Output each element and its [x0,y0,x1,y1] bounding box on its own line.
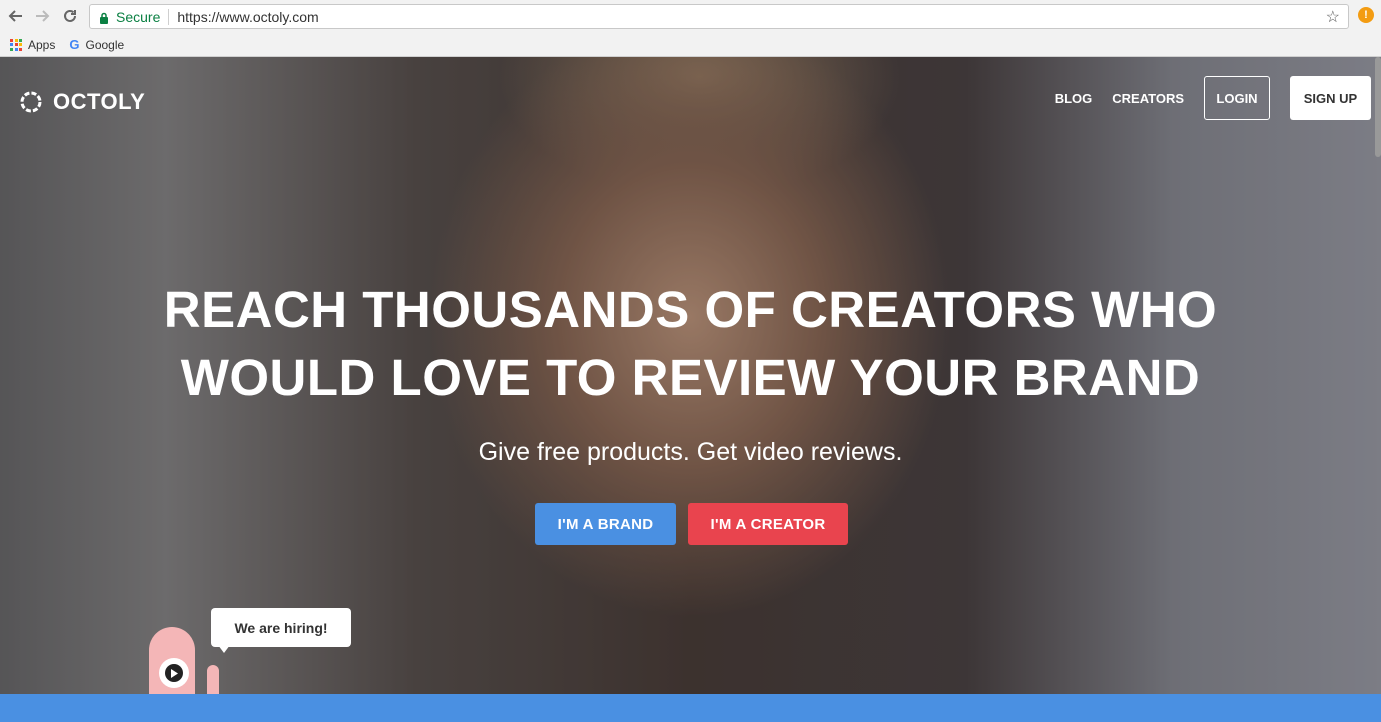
nav-link-blog[interactable]: BLOG [1055,91,1093,106]
back-icon[interactable] [6,6,26,26]
secure-label: Secure [116,8,161,25]
octoly-logo-icon [20,91,42,113]
signup-button[interactable]: SIGN UP [1290,76,1371,120]
site-logo[interactable]: OCTOLY [17,88,145,116]
bottom-section-edge [0,694,1381,722]
bookmark-apps[interactable]: Apps [10,38,55,52]
google-g-icon: G [69,37,80,52]
top-nav: BLOG CREATORS LOGIN SIGN UP [1055,76,1371,120]
hero-headline-line-2: WOULD LOVE TO REVIEW YOUR BRAND [180,349,1201,406]
bookmark-google[interactable]: G Google [65,37,124,52]
bookmark-star-icon[interactable]: ☆ [1326,7,1340,27]
logo-text: OCTOLY [53,89,146,114]
brand-cta-button[interactable]: I'M A BRAND [535,503,676,545]
play-video-button[interactable] [159,658,189,688]
lock-icon [99,11,109,24]
browser-toolbar: Secure https://www.octoly.com ☆ ! [0,0,1381,33]
extension-alert-icon[interactable]: ! [1358,7,1374,23]
hero-subheadline: Give free products. Get video reviews. [478,438,903,466]
bookmarks-bar: Apps G Google [0,33,1381,57]
cta-row: I'M A BRAND I'M A CREATOR [535,503,848,545]
bookmark-google-label: Google [85,37,125,52]
hero-headline: REACH THOUSANDS OF CREATORS WHO WOULD LO… [0,276,1381,412]
nav-link-creators[interactable]: CREATORS [1112,91,1184,106]
url-text[interactable]: https://www.octoly.com [177,9,318,25]
apps-grid-icon [10,38,22,51]
hero-headline-line-1: REACH THOUSANDS OF CREATORS WHO [163,281,1218,338]
forward-icon[interactable] [32,6,52,26]
login-button[interactable]: LOGIN [1204,76,1270,120]
mascot-tentacle [207,665,219,694]
hiring-bubble-tail [218,645,230,653]
url-divider [168,8,170,25]
play-icon [165,664,183,682]
scrollbar[interactable] [1375,57,1381,157]
creator-cta-button[interactable]: I'M A CREATOR [688,503,848,545]
hero-section: OCTOLY BLOG CREATORS LOGIN SIGN UP REACH… [0,57,1381,694]
bookmark-apps-label: Apps [28,37,56,52]
hiring-bubble[interactable]: We are hiring! [211,608,351,647]
address-bar[interactable]: Secure https://www.octoly.com ☆ [89,4,1349,29]
reload-icon[interactable] [60,6,80,26]
